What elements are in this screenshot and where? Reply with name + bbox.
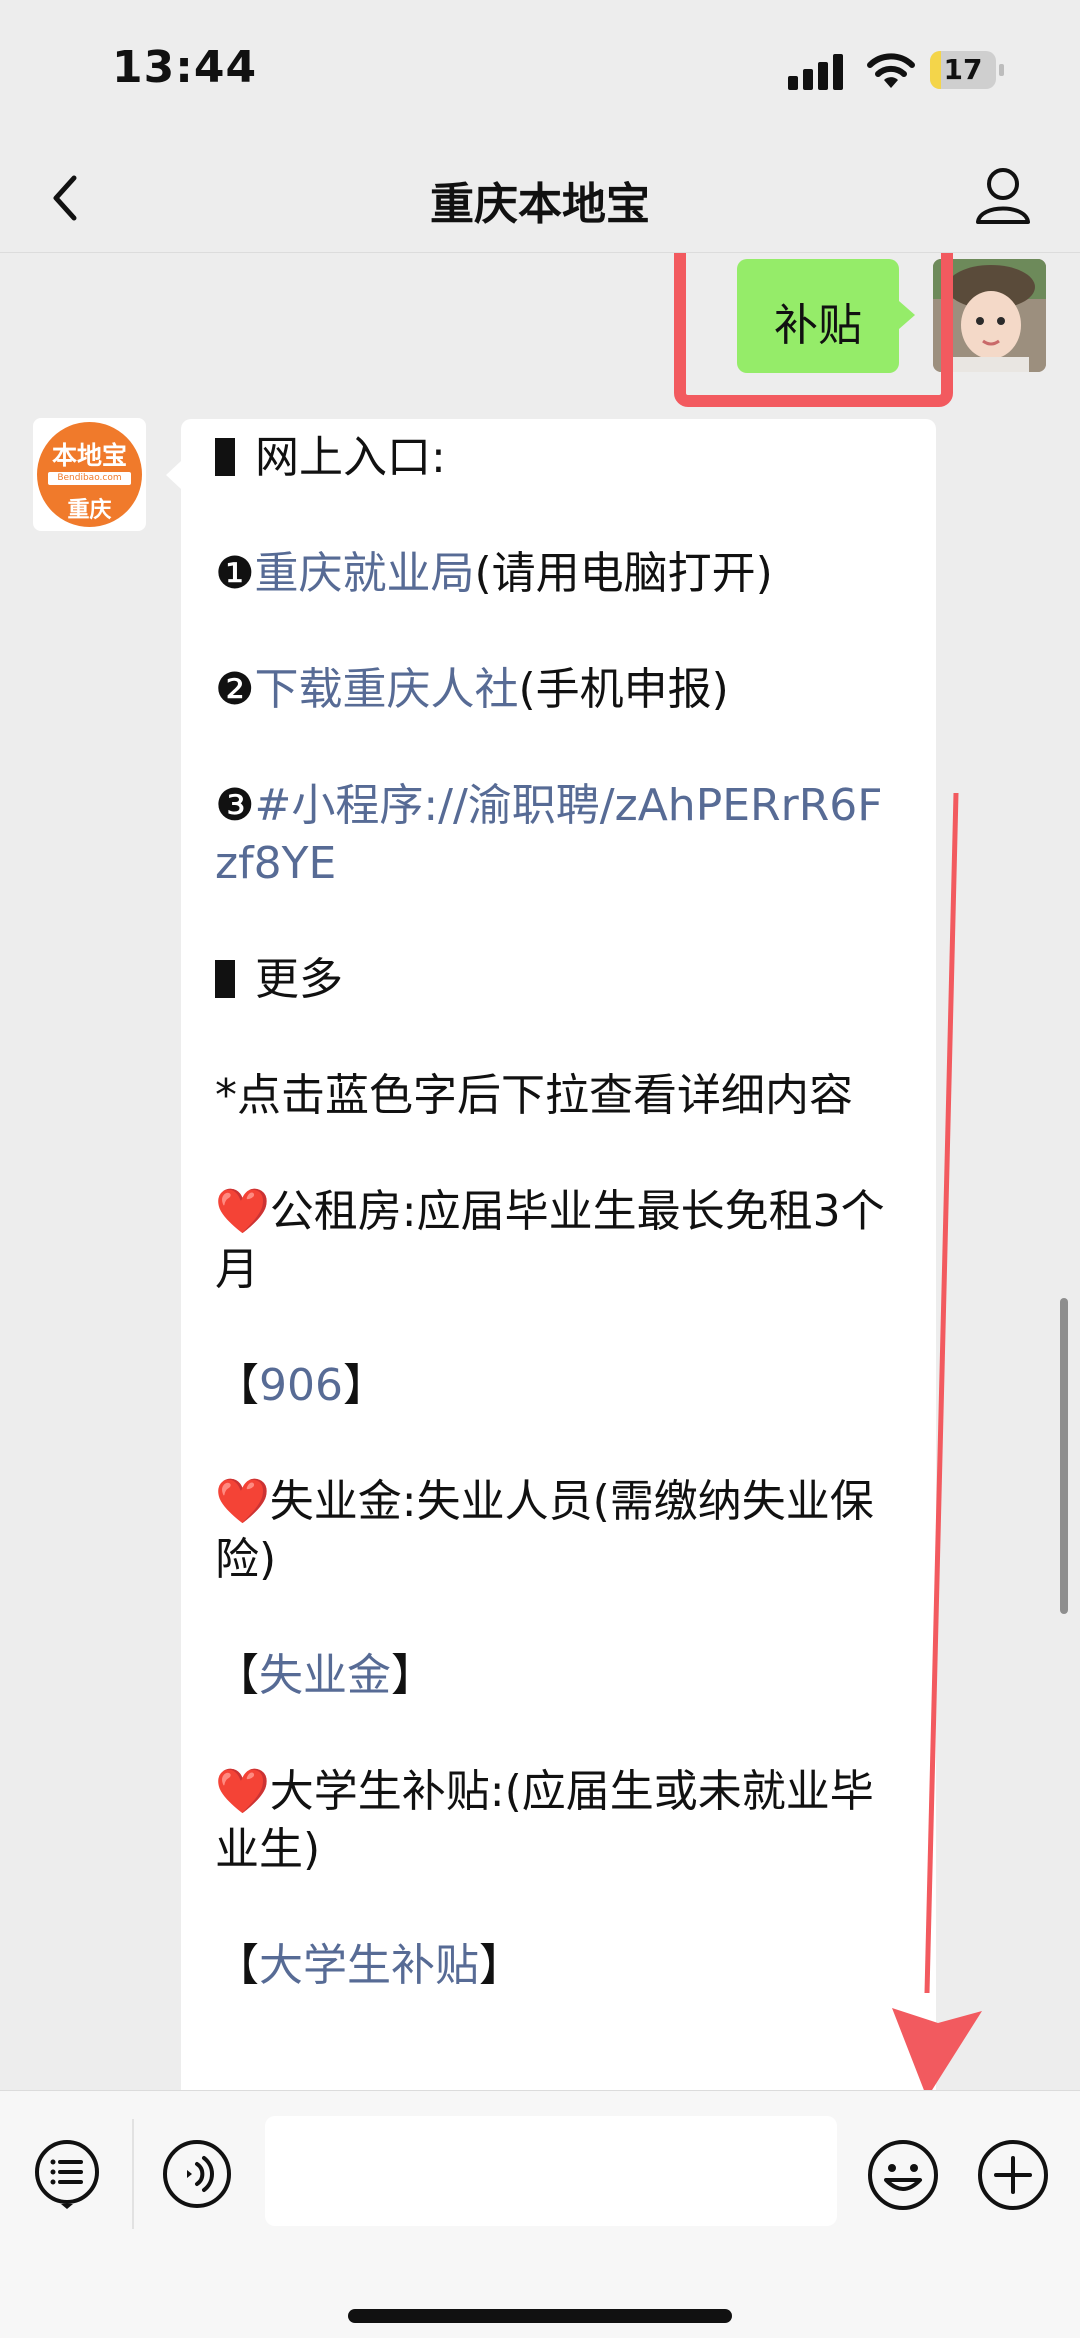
logo-bottom-text: 重庆 (67, 498, 112, 523)
link-download-chongqing-renshe[interactable]: 下载重庆人社 (254, 664, 518, 715)
chat-title: 重庆本地宝 (430, 179, 650, 230)
input-bar (0, 2090, 1080, 2338)
section2-title: 更多 (255, 954, 343, 1005)
chat-area[interactable]: 补贴 本地宝 Bendibao.com 重庆 网上入口: ❶重庆就业局(请用电脑 (0, 253, 1080, 2090)
entry-2: ❷下载重庆人社(手机申报) (215, 661, 905, 719)
status-time: 13:44 (112, 42, 258, 93)
logo-top-text: 本地宝 (51, 441, 127, 470)
home-indicator[interactable] (348, 2309, 732, 2323)
black-square-icon (215, 960, 235, 998)
link-unemployment-benefit[interactable]: 失业金 (259, 1650, 391, 1701)
bracket-close: 】 (479, 1940, 523, 1991)
status-bar: 13:44 17 (0, 0, 1080, 140)
link-chongqing-employment-bureau[interactable]: 重庆就业局 (254, 548, 474, 599)
bot-avatar[interactable]: 本地宝 Bendibao.com 重庆 (33, 418, 146, 531)
item-1-link-line: 【906】 (215, 1357, 905, 1415)
person-icon[interactable] (970, 160, 1036, 230)
link-college-student-subsidy[interactable]: 大学生补贴 (259, 1940, 479, 1991)
link-906[interactable]: 906 (259, 1360, 343, 1411)
item-3-link-line: 【大学生补贴】 (215, 1937, 905, 1995)
black-square-icon (215, 438, 235, 476)
input-divider (132, 2119, 134, 2229)
nav-bar: 重庆本地宝 (0, 140, 1080, 253)
signal-icon (788, 54, 843, 90)
entry-3: ❸#小程序://渝职聘/zAhPERrR6Fzf8YE (215, 777, 905, 893)
number-1-icon: ❶ (215, 548, 255, 599)
item-2-text: 失业金:失业人员(需缴纳失业保险) (215, 1476, 874, 1585)
hint-text: *点击蓝色字后下拉查看详细内容 (215, 1070, 853, 1121)
entry-1: ❶重庆就业局(请用电脑打开) (215, 545, 905, 603)
message-input[interactable] (265, 2116, 837, 2226)
logo-mid-text: Bendibao.com (48, 472, 131, 485)
number-2-icon: ❷ (215, 664, 255, 715)
battery-level: 17 (943, 53, 983, 86)
item-1: ❤️公租房:应届毕业生最长免租3个月 (215, 1183, 905, 1299)
section-heading-more: 更多 (215, 951, 905, 1009)
heart-icon: ❤️ (215, 1186, 270, 1237)
bracket-close: 】 (342, 1360, 387, 1411)
list-menu-icon[interactable] (31, 2138, 103, 2210)
note-2: (手机申报) (518, 664, 729, 715)
item-2: ❤️失业金:失业人员(需缴纳失业保险) (215, 1473, 905, 1589)
emoji-icon[interactable] (866, 2138, 940, 2212)
item-2-link-line: 【失业金】 (215, 1647, 905, 1705)
voice-icon[interactable] (161, 2138, 233, 2210)
item-1-text: 公租房:应届毕业生最长免租3个月 (215, 1186, 885, 1295)
plus-icon[interactable] (976, 2138, 1050, 2212)
annotation-down-arrow (892, 793, 982, 2090)
message-body: 网上入口: ❶重庆就业局(请用电脑打开) ❷下载重庆人社(手机申报) ❸#小程序… (215, 429, 905, 2053)
scrollbar[interactable] (1060, 1298, 1068, 1614)
bracket-close: 】 (391, 1650, 435, 1701)
bendibao-logo: 本地宝 Bendibao.com 重庆 (37, 422, 142, 527)
battery-icon: 17 (930, 51, 1006, 89)
heart-icon: ❤️ (215, 1476, 270, 1527)
incoming-message-bubble[interactable]: 网上入口: ❶重庆就业局(请用电脑打开) ❷下载重庆人社(手机申报) ❸#小程序… (166, 419, 936, 2090)
item-3: ❤️大学生补贴:(应届生或未就业毕业生) (215, 1763, 905, 1879)
number-3-icon: ❸ (215, 780, 255, 831)
link-mini-program[interactable]: #小程序://渝职聘/zAhPERrR6Fzf8YE (215, 780, 883, 889)
bracket-open: 【 (215, 1940, 259, 1991)
note-1: (请用电脑打开) (474, 548, 773, 599)
section-heading-entry: 网上入口: (215, 429, 905, 487)
item-3-text: 大学生补贴:(应届生或未就业毕业生) (215, 1766, 874, 1875)
wifi-icon (867, 53, 915, 88)
bracket-open: 【 (215, 1360, 259, 1411)
bracket-open: 【 (215, 1650, 259, 1701)
section1-title: 网上入口: (255, 432, 446, 483)
heart-icon: ❤️ (215, 1766, 270, 1817)
annotation-highlight-box (674, 253, 953, 407)
